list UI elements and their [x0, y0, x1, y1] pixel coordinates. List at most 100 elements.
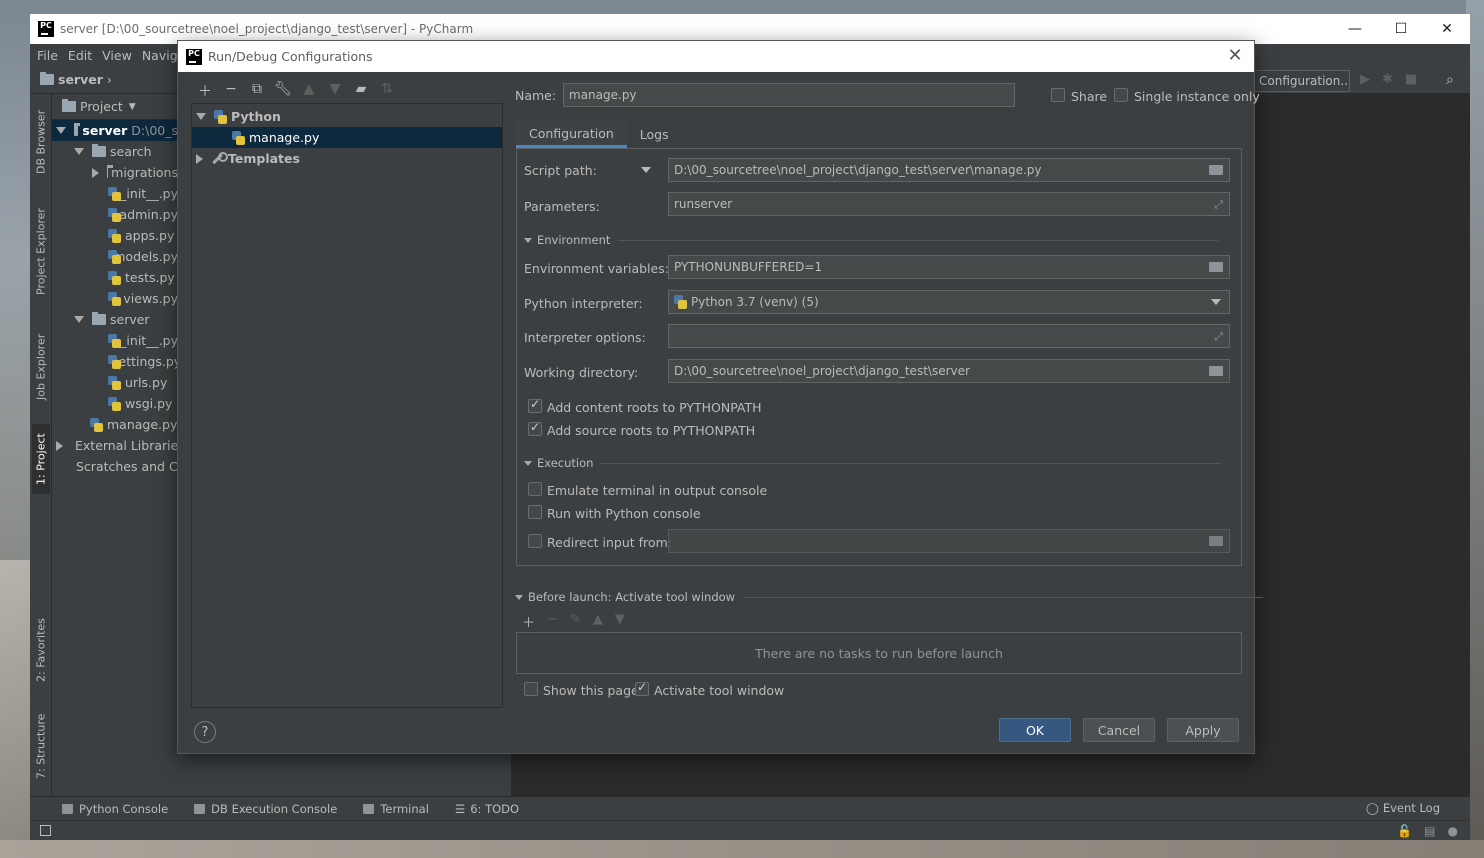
toggle-tool-windows-icon[interactable] [40, 825, 51, 836]
run-python-console-checkbox[interactable] [528, 505, 542, 519]
collapse-arrow-icon[interactable] [196, 153, 203, 164]
tab-project[interactable]: 1: Project [32, 424, 50, 494]
tab-favorites[interactable]: 2: Favorites [32, 610, 50, 690]
interpreter-select[interactable]: Python 3.7 (venv) (5) [668, 290, 1230, 314]
tree-item-search[interactable]: search [52, 141, 178, 162]
redirect-input-field[interactable] [668, 529, 1230, 553]
browse-folder-icon[interactable] [1209, 165, 1223, 175]
activate-tool-window-checkbox[interactable] [635, 680, 649, 696]
tree-item-file[interactable]: manage.py [52, 414, 178, 435]
tab-project-explorer[interactable]: Project Explorer [32, 202, 50, 302]
menu-file[interactable]: File [37, 48, 58, 63]
tree-item-file[interactable]: views.py [52, 288, 178, 309]
cancel-button[interactable]: Cancel [1083, 718, 1155, 742]
tree-group-python[interactable]: Python [192, 106, 502, 127]
execution-section[interactable]: Execution [524, 456, 1222, 470]
tree-item-file[interactable]: wsgi.py [52, 393, 178, 414]
minimize-icon[interactable]: — [1332, 14, 1378, 44]
menu-edit[interactable]: Edit [68, 48, 92, 63]
tool-db-execution-console[interactable]: DB Execution Console [194, 802, 337, 816]
redirect-input-checkbox[interactable] [528, 534, 542, 548]
expand-icon[interactable]: ⤢ [1214, 330, 1223, 344]
run-configuration-selector[interactable]: Configuration... [1250, 70, 1350, 92]
tab-configuration[interactable]: Configuration [516, 121, 627, 148]
tree-item-file[interactable]: __init__.py [52, 330, 178, 351]
tree-item-file[interactable]: urls.py [52, 372, 178, 393]
stop-icon[interactable]: ■ [1405, 72, 1417, 87]
tree-item-file[interactable]: settings.py [52, 351, 178, 372]
remove-icon[interactable]: − [218, 81, 244, 101]
tree-item-file[interactable]: apps.py [52, 225, 178, 246]
working-dir-input[interactable]: D:\00_sourcetree\noel_project\django_tes… [668, 359, 1230, 383]
tree-item-server-root[interactable]: server D:\00_s [52, 120, 178, 141]
run-icon[interactable]: ▶ [1360, 72, 1370, 87]
tree-item-scratches[interactable]: Scratches and Consoles [52, 456, 178, 477]
tree-item-migrations[interactable]: migrations [52, 162, 178, 183]
tab-db-browser[interactable]: DB Browser [32, 102, 50, 182]
tool-event-log[interactable]: ◯ Event Log [1366, 801, 1440, 815]
add-icon[interactable]: ＋ [192, 81, 218, 101]
expand-arrow-icon[interactable] [74, 148, 84, 155]
edit-task-icon[interactable]: ✎ [570, 612, 581, 631]
script-path-input[interactable]: D:\00_sourcetree\noel_project\django_tes… [668, 158, 1230, 182]
tree-item-file[interactable]: admin.py [52, 204, 178, 225]
move-task-up-icon[interactable]: ▲ [593, 612, 603, 631]
tree-item-server[interactable]: server [52, 309, 178, 330]
name-input[interactable]: manage.py [563, 83, 1015, 107]
tool-python-console[interactable]: Python Console [62, 802, 168, 816]
breadcrumb[interactable]: server › [40, 72, 112, 87]
tab-structure[interactable]: 7: Structure [32, 706, 50, 786]
debug-icon[interactable]: ✱ [1382, 72, 1393, 87]
expand-arrow-icon[interactable] [74, 316, 84, 323]
tool-todo[interactable]: ☰ 6: TODO [455, 802, 519, 816]
expand-arrow-icon[interactable] [56, 127, 66, 134]
apply-button[interactable]: Apply [1167, 718, 1239, 742]
lock-icon[interactable]: 🔓 [1397, 824, 1412, 838]
tree-item-manage-py[interactable]: manage.py [192, 127, 502, 148]
move-task-down-icon[interactable]: ▼ [615, 612, 625, 631]
collapse-arrow-icon[interactable] [92, 167, 99, 178]
browse-folder-icon[interactable] [1209, 366, 1223, 376]
help-button[interactable]: ? [194, 721, 216, 743]
expand-icon[interactable]: ⤢ [1214, 198, 1223, 212]
tool-terminal[interactable]: Terminal [363, 802, 429, 816]
interpreter-options-input[interactable]: ⤢ [668, 324, 1230, 348]
add-source-roots-checkbox[interactable] [528, 420, 542, 436]
tree-item-file[interactable]: models.py [52, 246, 178, 267]
wrench-icon[interactable]: 🔧︎ [270, 81, 296, 101]
tab-logs[interactable]: Logs [627, 121, 682, 148]
script-type-dropdown-icon[interactable] [641, 167, 651, 173]
expand-arrow-icon[interactable] [196, 113, 206, 120]
remove-task-icon[interactable]: − [547, 612, 558, 631]
project-view-selector[interactable]: Project ▼ [52, 94, 178, 120]
tree-item-file[interactable]: __init__.py [52, 183, 178, 204]
inspector-icon[interactable]: ● [1448, 824, 1458, 838]
tree-item-file[interactable]: tests.py [52, 267, 178, 288]
new-folder-icon[interactable]: ▰ [348, 81, 374, 101]
move-down-icon[interactable]: ▼ [322, 81, 348, 101]
before-launch-section[interactable]: Before launch: Activate tool window [515, 590, 1264, 604]
menu-view[interactable]: View [102, 48, 132, 63]
add-task-icon[interactable]: ＋ [522, 612, 535, 631]
env-vars-input[interactable]: PYTHONUNBUFFERED=1 [668, 255, 1230, 279]
move-up-icon[interactable]: ▲ [296, 81, 322, 101]
tab-job-explorer[interactable]: Job Explorer [32, 322, 50, 412]
maximize-icon[interactable]: ☐ [1378, 14, 1424, 44]
tree-group-templates[interactable]: Templates [192, 148, 502, 169]
close-icon[interactable]: ✕ [1224, 45, 1246, 66]
browse-folder-icon[interactable] [1209, 536, 1223, 546]
sort-icon[interactable]: ⇅ [374, 81, 400, 101]
close-icon[interactable]: ✕ [1424, 14, 1470, 44]
tree-item-external-libraries[interactable]: External Libraries [52, 435, 178, 456]
ok-button[interactable]: OK [999, 718, 1071, 742]
environment-section[interactable]: Environment [524, 233, 1219, 247]
parameters-input[interactable]: runserver ⤢ [668, 192, 1230, 216]
collapse-arrow-icon[interactable] [56, 440, 63, 451]
copy-icon[interactable]: ⧉ [244, 81, 270, 101]
share-checkbox[interactable] [1051, 88, 1065, 102]
single-instance-checkbox[interactable] [1114, 88, 1128, 102]
show-page-checkbox[interactable] [524, 682, 538, 696]
search-everywhere-icon[interactable]: ⌕ [1446, 72, 1454, 88]
browse-folder-icon[interactable] [1209, 262, 1223, 272]
emulate-terminal-checkbox[interactable] [528, 482, 542, 496]
